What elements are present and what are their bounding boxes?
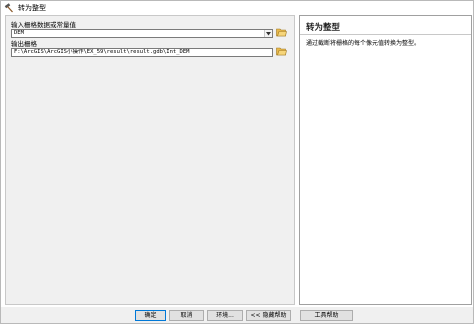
output-raster-value: F:\ArcGIS\ArcGIS小操作\EX_59\result\result.… <box>14 49 190 55</box>
input-raster-combobox[interactable]: DEM <box>11 29 273 38</box>
cancel-button[interactable]: 取消 <box>169 310 204 321</box>
input-raster-label: 输入栅格数据或常量值 <box>11 21 76 29</box>
environments-button[interactable]: 环境... <box>207 310 243 321</box>
tool-help-button[interactable]: 工具帮助 <box>300 310 353 321</box>
input-raster-value: DEM <box>14 30 24 36</box>
open-folder-icon <box>276 46 287 58</box>
help-title: 转为整型 <box>306 23 341 33</box>
hide-help-button[interactable]: << 隐藏帮助 <box>246 310 291 321</box>
browse-output-button[interactable] <box>276 47 287 57</box>
help-divider <box>300 34 471 35</box>
ok-button[interactable]: 确定 <box>135 310 166 321</box>
output-raster-label: 输出栅格 <box>11 40 37 48</box>
title-bar: 转为整型 <box>1 1 473 14</box>
help-description: 通过截断将栅格的每个像元值转换为整型。 <box>306 40 421 47</box>
tool-dialog-window: 转为整型 输入栅格数据或常量值 DEM 输出栅格 F:\ArcGIS\ArcGI… <box>0 0 474 324</box>
button-bar: 确定 取消 环境... << 隐藏帮助 工具帮助 <box>1 307 473 323</box>
chevron-down-icon[interactable] <box>264 30 272 37</box>
hammer-icon <box>4 2 14 13</box>
help-pane: 转为整型 通过截断将栅格的每个像元值转换为整型。 <box>299 15 472 305</box>
output-raster-input[interactable]: F:\ArcGIS\ArcGIS小操作\EX_59\result\result.… <box>11 48 273 57</box>
open-folder-icon <box>276 27 287 39</box>
window-title: 转为整型 <box>18 3 46 12</box>
parameters-pane: 输入栅格数据或常量值 DEM 输出栅格 F:\ArcGIS\ArcGIS小操作\… <box>5 15 295 305</box>
browse-input-button[interactable] <box>276 28 287 38</box>
